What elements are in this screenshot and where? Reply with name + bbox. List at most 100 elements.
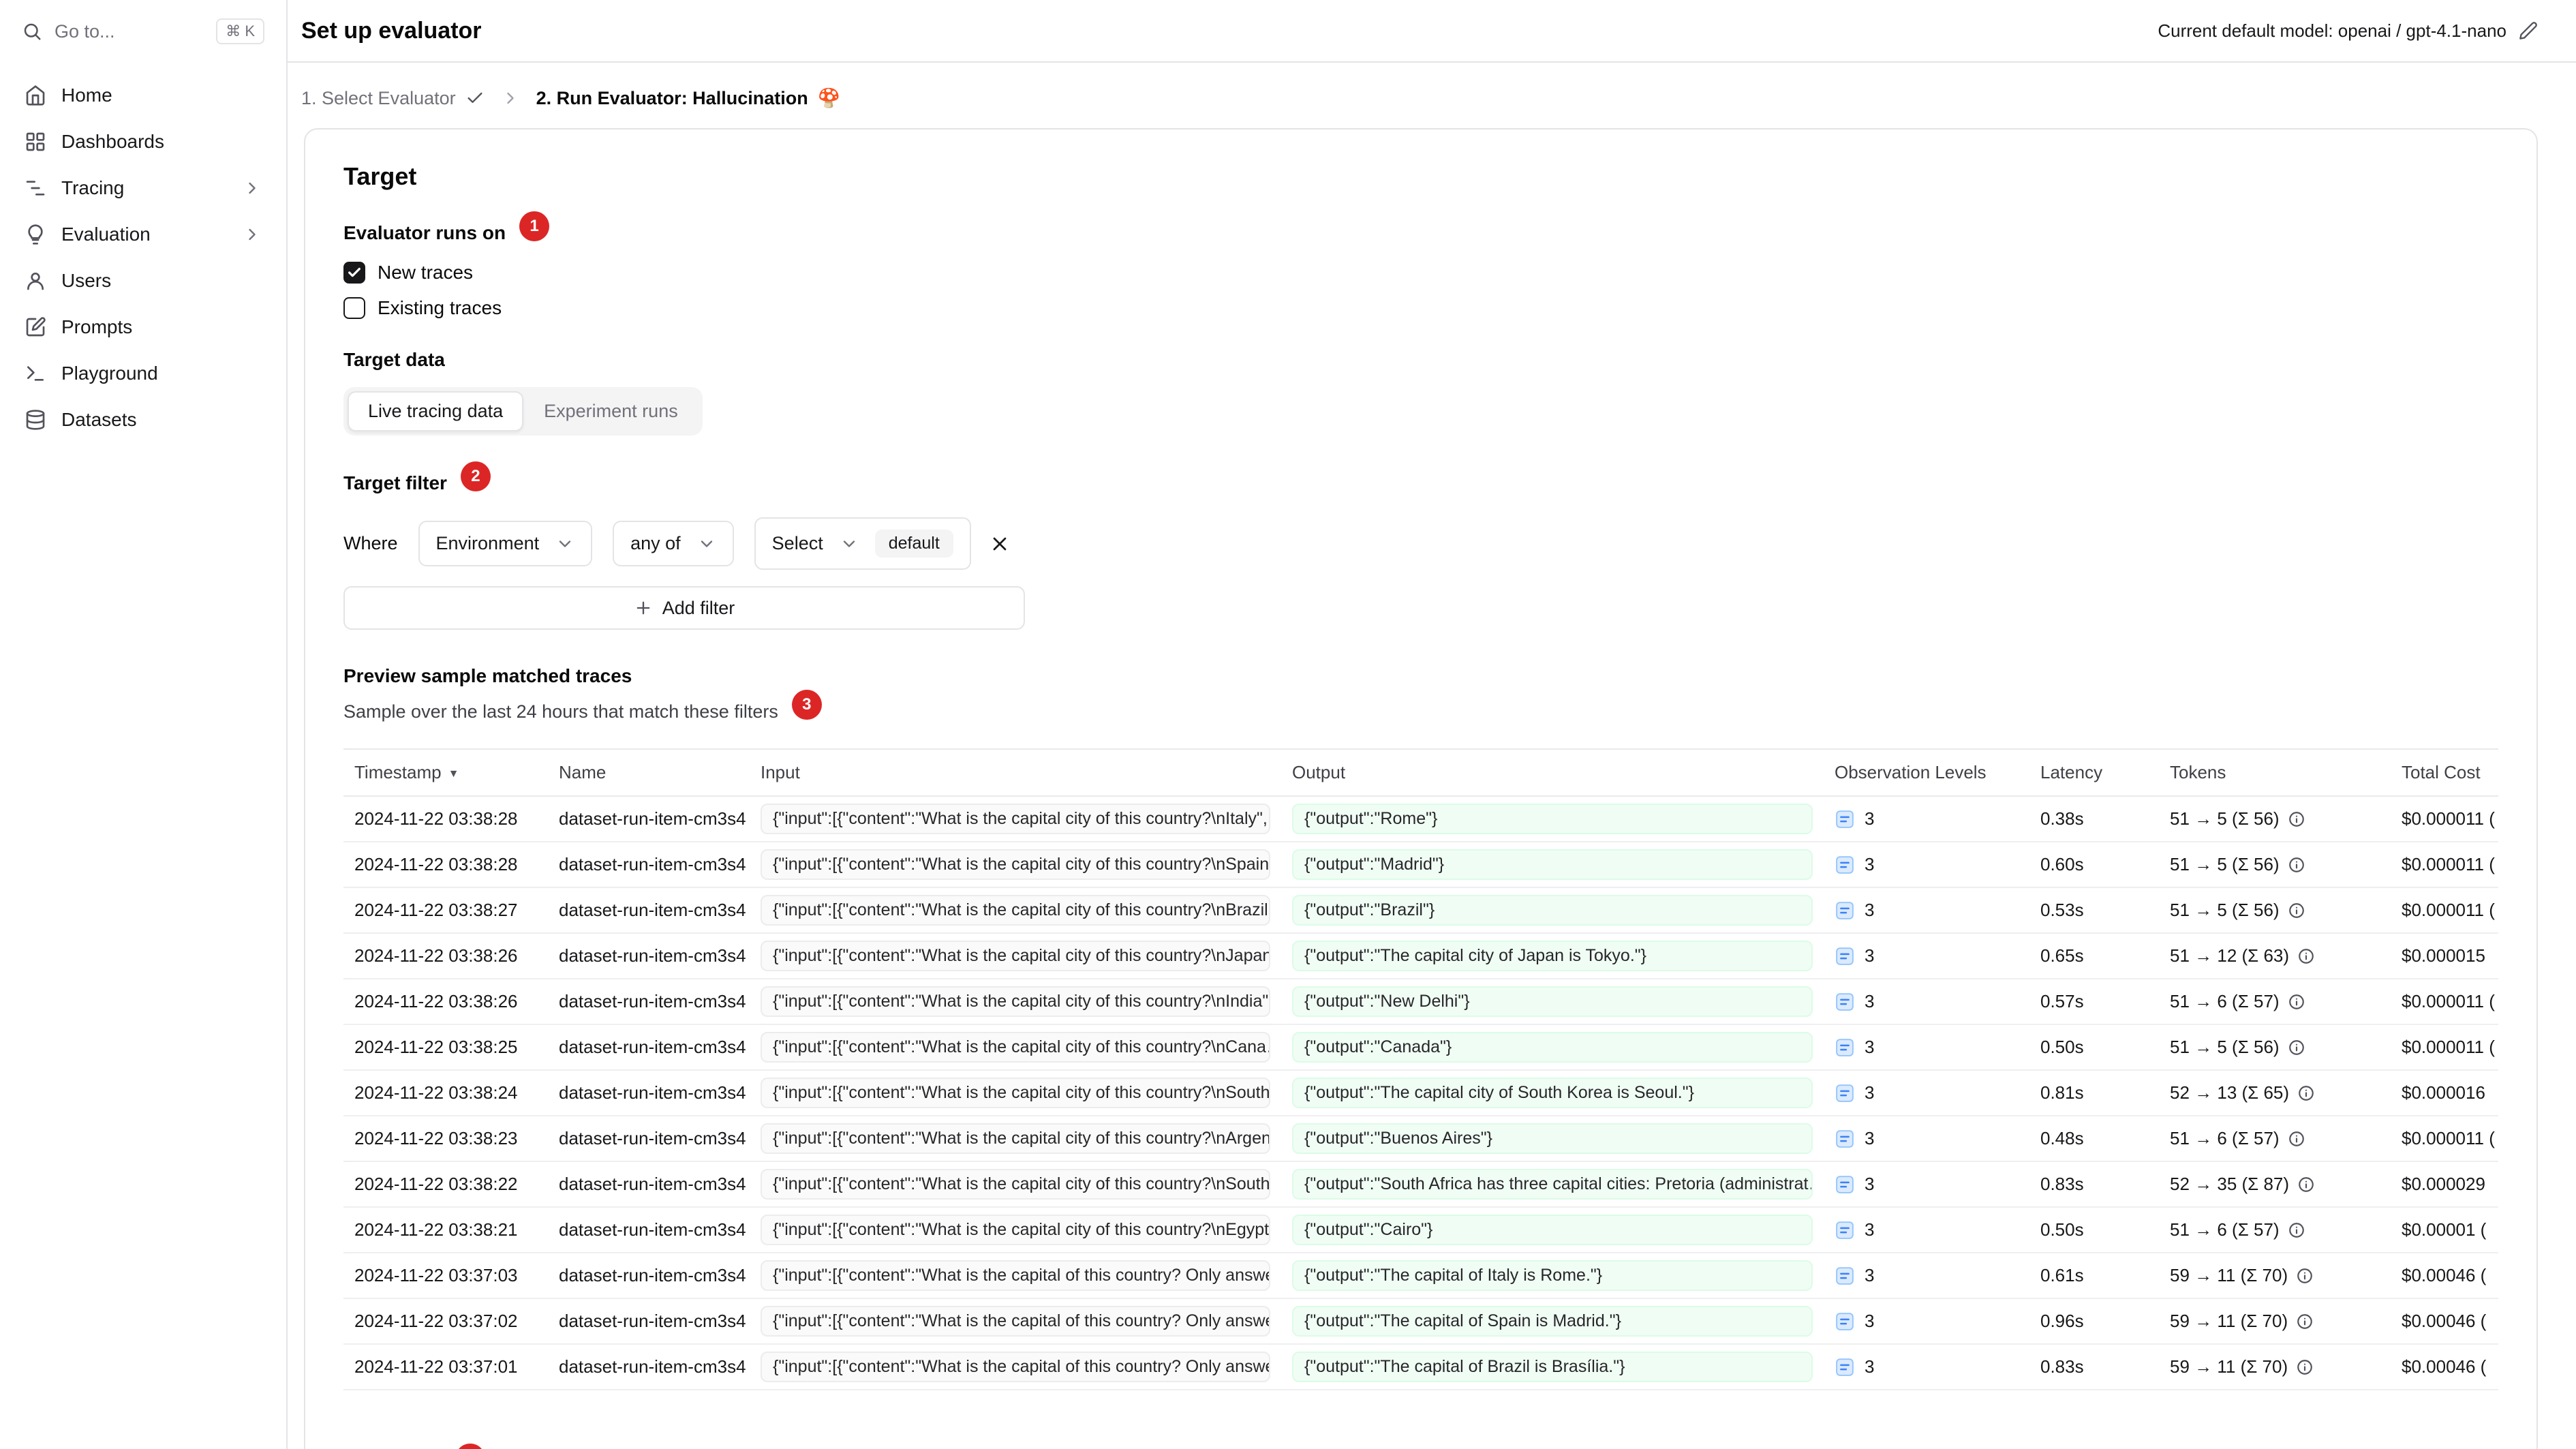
cell-observation-levels: 3 bbox=[1824, 1253, 2029, 1299]
cell-timestamp: 2024-11-22 03:38:27 bbox=[343, 887, 548, 934]
chevron-right-icon bbox=[243, 179, 262, 198]
chevron-right-icon bbox=[243, 225, 262, 244]
trace-row[interactable]: 2024-11-22 03:38:23 dataset-run-item-cm3s… bbox=[343, 1116, 2498, 1162]
goto-search-button[interactable]: Go to... ⌘ K bbox=[0, 0, 286, 63]
sidebar-item-prompts[interactable]: Prompts bbox=[14, 305, 273, 349]
observation-level-icon bbox=[1835, 1129, 1855, 1149]
traces-table: Timestamp ▼ Name Input Output Observation… bbox=[343, 748, 2498, 1390]
preview-subtitle-row: Sample over the last 24 hours that match… bbox=[343, 690, 2498, 727]
cell-tokens: 52 → 35 (Σ 87) bbox=[2159, 1161, 2391, 1208]
cell-input: {"input":[{"content":"What is the capita… bbox=[750, 933, 1281, 979]
checkbox-label: New traces bbox=[378, 262, 474, 283]
observation-level-icon bbox=[1835, 1037, 1855, 1058]
trace-row[interactable]: 2024-11-22 03:38:26 dataset-run-item-cm3s… bbox=[343, 933, 2498, 979]
cell-input: {"input":[{"content":"What is the capita… bbox=[750, 1116, 1281, 1162]
info-icon[interactable] bbox=[2296, 1358, 2314, 1376]
trace-row[interactable]: 2024-11-22 03:38:28 dataset-run-item-cm3s… bbox=[343, 842, 2498, 888]
filter-value-select[interactable]: Select default bbox=[754, 517, 971, 570]
cell-total-cost: $0.000011 ( bbox=[2391, 842, 2498, 888]
cell-latency: 0.48s bbox=[2029, 1116, 2159, 1162]
info-icon[interactable] bbox=[2288, 1130, 2305, 1148]
sidebar-item-users[interactable]: Users bbox=[14, 259, 273, 303]
info-icon[interactable] bbox=[2288, 993, 2305, 1011]
col-timestamp[interactable]: Timestamp ▼ bbox=[343, 750, 548, 797]
checkbox[interactable] bbox=[343, 297, 365, 319]
info-icon[interactable] bbox=[2297, 1176, 2315, 1193]
step2-label: 2. Run Evaluator: Hallucination bbox=[536, 87, 808, 108]
trace-row[interactable]: 2024-11-22 03:38:21 dataset-run-item-cm3s… bbox=[343, 1207, 2498, 1253]
info-icon[interactable] bbox=[2288, 1039, 2305, 1056]
info-icon[interactable] bbox=[2288, 902, 2305, 919]
trace-row[interactable]: 2024-11-22 03:38:25 dataset-run-item-cm3s… bbox=[343, 1024, 2498, 1071]
trace-row[interactable]: 2024-11-22 03:37:02 dataset-run-item-cm3s… bbox=[343, 1298, 2498, 1345]
info-icon[interactable] bbox=[2296, 1267, 2314, 1285]
sidebar-item-playground[interactable]: Playground bbox=[14, 352, 273, 395]
trace-row[interactable]: 2024-11-22 03:38:28 dataset-run-item-cm3s… bbox=[343, 796, 2498, 842]
edit-pencil-icon[interactable] bbox=[2519, 21, 2538, 40]
prompts-icon bbox=[25, 316, 46, 338]
sidebar-item-label: Datasets bbox=[61, 409, 137, 430]
sidebar-item-evaluation[interactable]: Evaluation bbox=[14, 213, 273, 256]
filter-operator-value: any of bbox=[630, 533, 681, 553]
add-filter-button[interactable]: Add filter bbox=[343, 586, 1025, 630]
trace-row[interactable]: 2024-11-22 03:38:22 dataset-run-item-cm3s… bbox=[343, 1161, 2498, 1208]
cell-observation-levels: 3 bbox=[1824, 1344, 2029, 1390]
step-badge-2: 2 bbox=[460, 461, 491, 491]
target-heading: Target bbox=[343, 162, 417, 190]
step-select-evaluator[interactable]: 1. Select Evaluator bbox=[301, 88, 485, 109]
add-filter-label: Add filter bbox=[662, 597, 735, 618]
info-icon[interactable] bbox=[2288, 810, 2305, 828]
cell-name: dataset-run-item-cm3s4 bbox=[548, 1253, 750, 1299]
cell-tokens: 59 → 11 (Σ 70) bbox=[2159, 1344, 2391, 1390]
trace-row[interactable]: 2024-11-22 03:38:24 dataset-run-item-cm3s… bbox=[343, 1070, 2498, 1116]
col-observation-levels: Observation Levels bbox=[1824, 750, 2029, 797]
filter-builder-row: Where Environment any of Select default bbox=[343, 517, 2498, 570]
cell-name: dataset-run-item-cm3s4 bbox=[548, 887, 750, 934]
trace-row[interactable]: 2024-11-22 03:38:27 dataset-run-item-cm3s… bbox=[343, 887, 2498, 934]
tab-live-tracing-data[interactable]: Live tracing data bbox=[348, 391, 524, 431]
remove-filter-button[interactable] bbox=[989, 533, 1011, 555]
info-icon[interactable] bbox=[2297, 947, 2315, 965]
playground-icon bbox=[25, 363, 46, 384]
target-filter-label: Target filter bbox=[343, 472, 447, 493]
observation-level-icon bbox=[1835, 1220, 1855, 1240]
cell-total-cost: $0.00046 ( bbox=[2391, 1253, 2498, 1299]
cell-latency: 0.60s bbox=[2029, 842, 2159, 888]
info-icon[interactable] bbox=[2297, 1084, 2315, 1102]
target-data-tabs: Live tracing data Experiment runs bbox=[343, 387, 703, 436]
info-icon[interactable] bbox=[2288, 856, 2305, 874]
cell-tokens: 52 → 13 (Σ 65) bbox=[2159, 1070, 2391, 1116]
checkbox-new-traces[interactable]: New traces bbox=[343, 262, 2498, 284]
trace-row[interactable]: 2024-11-22 03:37:01 dataset-run-item-cm3s… bbox=[343, 1344, 2498, 1390]
cell-name: dataset-run-item-cm3s4 bbox=[548, 1070, 750, 1116]
sidebar-item-datasets[interactable]: Datasets bbox=[14, 398, 273, 442]
trace-row[interactable]: 2024-11-22 03:38:26 dataset-run-item-cm3s… bbox=[343, 979, 2498, 1025]
tab-experiment-runs[interactable]: Experiment runs bbox=[523, 391, 699, 431]
info-icon[interactable] bbox=[2296, 1313, 2314, 1330]
sidebar-item-dashboards[interactable]: Dashboards bbox=[14, 120, 273, 164]
checkbox-existing-traces[interactable]: Existing traces bbox=[343, 297, 2498, 319]
trace-row[interactable]: 2024-11-22 03:37:03 dataset-run-item-cm3s… bbox=[343, 1253, 2498, 1299]
filter-column-select[interactable]: Environment bbox=[418, 521, 593, 566]
cell-input: {"input":[{"content":"What is the capita… bbox=[750, 979, 1281, 1025]
cell-name: dataset-run-item-cm3s4 bbox=[548, 1024, 750, 1071]
sidebar-item-home[interactable]: Home bbox=[14, 74, 273, 117]
info-icon[interactable] bbox=[2288, 1221, 2305, 1239]
cell-tokens: 59 → 11 (Σ 70) bbox=[2159, 1253, 2391, 1299]
cell-timestamp: 2024-11-22 03:38:22 bbox=[343, 1161, 548, 1208]
checkbox[interactable] bbox=[343, 262, 365, 284]
filter-operator-select[interactable]: any of bbox=[613, 521, 734, 566]
cell-latency: 0.83s bbox=[2029, 1344, 2159, 1390]
step-run-evaluator: 2. Run Evaluator: Hallucination 🍄 bbox=[536, 87, 841, 109]
topbar: Set up evaluator Current default model: … bbox=[288, 0, 2576, 63]
col-tokens: Tokens bbox=[2159, 750, 2391, 797]
cell-name: dataset-run-item-cm3s4 bbox=[548, 796, 750, 842]
sidebar-item-tracing[interactable]: Tracing bbox=[14, 166, 273, 210]
default-model-setting[interactable]: Current default model: openai / gpt-4.1-… bbox=[2158, 20, 2538, 42]
goto-label: Go to... bbox=[55, 20, 115, 42]
cell-latency: 0.65s bbox=[2029, 933, 2159, 979]
chevron-right-icon bbox=[501, 89, 520, 108]
sidebar-nav: Home Dashboards Tracing Evaluation Users Prom… bbox=[0, 63, 286, 453]
sidebar-item-label: Playground bbox=[61, 363, 158, 384]
cell-total-cost: $0.00001 ( bbox=[2391, 1207, 2498, 1253]
